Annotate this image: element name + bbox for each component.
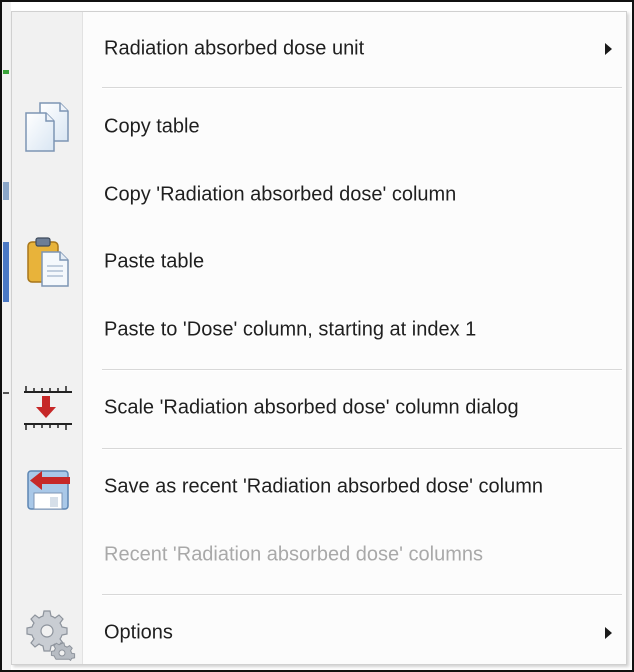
background-window-edge — [2, 2, 11, 670]
menu-item-paste-table[interactable]: Paste table — [12, 234, 626, 290]
menu-separator — [102, 448, 622, 450]
gear-icon — [20, 605, 76, 662]
submenu-arrow-icon — [605, 43, 612, 55]
menu-item-label: Copy 'Radiation absorbed dose' column — [104, 183, 457, 206]
menu-item-label: Scale 'Radiation absorbed dose' column d… — [104, 396, 519, 419]
submenu-arrow-icon — [605, 627, 612, 639]
menu-item-label: Save as recent 'Radiation absorbed dose'… — [104, 475, 544, 498]
menu-item-label: Recent 'Radiation absorbed dose' columns — [104, 543, 483, 566]
menu-item-copy-column[interactable]: Copy 'Radiation absorbed dose' column — [12, 167, 626, 223]
menu-item-save-recent-column[interactable]: Save as recent 'Radiation absorbed dose'… — [12, 459, 626, 515]
menu-item-label: Radiation absorbed dose unit — [104, 37, 365, 60]
menu-separator — [102, 369, 622, 371]
menu-item-recent-columns: Recent 'Radiation absorbed dose' columns — [12, 527, 626, 583]
paste-icon — [20, 234, 76, 290]
menu-item-label: Copy table — [104, 115, 200, 138]
menu-separator — [102, 87, 622, 89]
save-recent-icon — [20, 459, 76, 515]
menu-item-scale-column-dialog[interactable]: Scale 'Radiation absorbed dose' column d… — [12, 380, 626, 436]
menu-separator — [102, 594, 622, 596]
menu-item-copy-table[interactable]: Copy table — [12, 99, 626, 155]
copy-icon — [20, 99, 76, 155]
menu-item-label: Paste table — [104, 250, 205, 273]
screenshot-frame: Radiation absorbed dose unit Copy table … — [0, 0, 634, 672]
menu-item-dose-unit[interactable]: Radiation absorbed dose unit — [12, 21, 626, 77]
context-menu: Radiation absorbed dose unit Copy table … — [11, 11, 627, 665]
scale-icon — [20, 380, 76, 436]
menu-item-paste-to-dose-column[interactable]: Paste to 'Dose' column, starting at inde… — [12, 302, 626, 358]
menu-item-options[interactable]: Options — [12, 605, 626, 662]
menu-item-label: Options — [104, 621, 173, 644]
menu-item-label: Paste to 'Dose' column, starting at inde… — [104, 318, 477, 341]
